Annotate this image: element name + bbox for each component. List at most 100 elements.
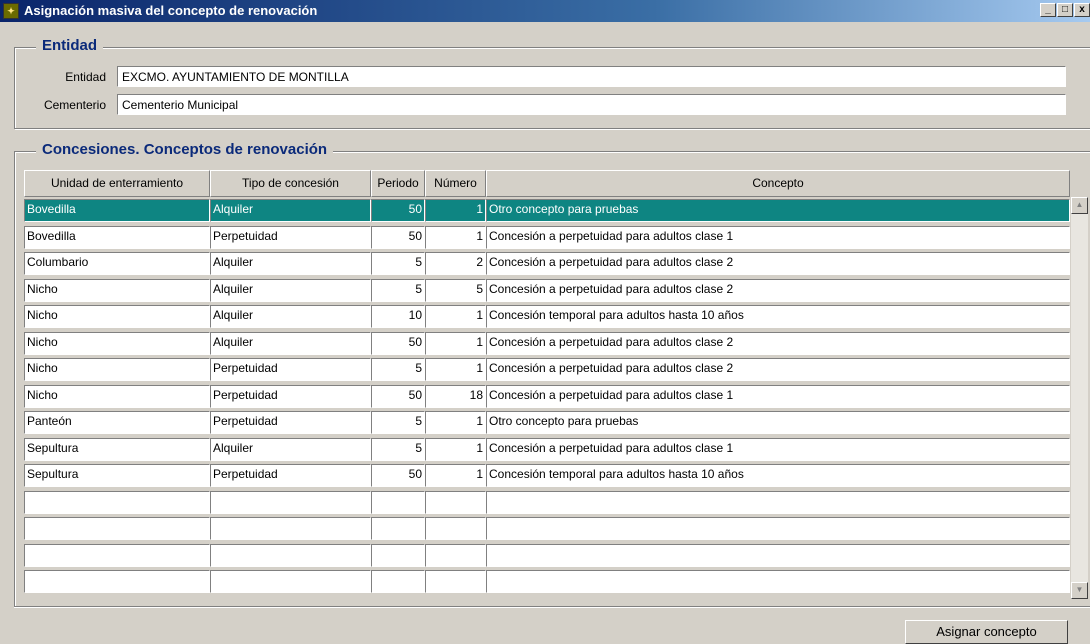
cell-concepto[interactable] bbox=[486, 570, 1070, 593]
cell-numero[interactable]: 18 bbox=[425, 384, 486, 408]
table-row[interactable] bbox=[24, 569, 1070, 595]
cell-tipo[interactable]: Perpetuidad bbox=[210, 384, 371, 408]
cell-periodo[interactable]: 5 bbox=[371, 252, 425, 275]
table-row[interactable]: Nicho Alquiler 10 1 Concesión temporal para … bbox=[24, 304, 1070, 330]
cell-concepto[interactable]: Concesión a perpetuidad para adultos cla… bbox=[486, 384, 1070, 408]
minimize-button[interactable]: _ bbox=[1040, 3, 1056, 17]
cell-concepto[interactable]: Concesión a perpetuidad para adultos cla… bbox=[486, 278, 1070, 302]
cell-tipo[interactable]: Alquiler bbox=[210, 331, 371, 355]
entidad-field[interactable]: EXCMO. AYUNTAMIENTO DE MONTILLA bbox=[117, 66, 1066, 87]
cell-numero[interactable] bbox=[425, 543, 486, 567]
cell-numero[interactable] bbox=[425, 490, 486, 514]
maximize-button[interactable]: □ bbox=[1057, 3, 1073, 17]
column-header-unidad[interactable]: Unidad de enterramiento bbox=[24, 170, 210, 197]
cell-concepto[interactable]: Concesión a perpetuidad para adultos cla… bbox=[486, 358, 1070, 381]
cell-unidad[interactable]: Nicho bbox=[24, 384, 210, 408]
cell-tipo[interactable]: Alquiler bbox=[210, 199, 371, 222]
cell-concepto[interactable] bbox=[486, 490, 1070, 514]
cell-periodo[interactable]: 5 bbox=[371, 411, 425, 434]
cell-tipo[interactable]: Alquiler bbox=[210, 305, 371, 328]
table-row[interactable]: Nicho Alquiler 50 1 Concesión a perpetuidad … bbox=[24, 331, 1070, 357]
cell-numero[interactable]: 1 bbox=[425, 225, 486, 249]
scroll-down-icon[interactable]: ▼ bbox=[1071, 582, 1088, 599]
table-row[interactable] bbox=[24, 516, 1070, 542]
cell-numero[interactable]: 1 bbox=[425, 305, 486, 328]
cell-unidad[interactable] bbox=[24, 517, 210, 540]
grid-scrollbar[interactable]: ▲ ▼ bbox=[1071, 197, 1088, 599]
cell-concepto[interactable]: Otro concepto para pruebas bbox=[486, 199, 1070, 222]
cell-periodo[interactable] bbox=[371, 490, 425, 514]
cell-numero[interactable]: 5 bbox=[425, 278, 486, 302]
cell-numero[interactable]: 1 bbox=[425, 411, 486, 434]
table-row[interactable] bbox=[24, 490, 1070, 516]
cell-periodo[interactable] bbox=[371, 570, 425, 593]
cell-periodo[interactable]: 50 bbox=[371, 225, 425, 249]
table-row[interactable]: Bovedilla Alquiler 50 1 Otro concepto para p… bbox=[24, 198, 1070, 224]
asignar-concepto-button[interactable]: Asignar concepto bbox=[905, 620, 1068, 644]
cell-concepto[interactable]: Concesión a perpetuidad para adultos cla… bbox=[486, 331, 1070, 355]
cell-tipo[interactable] bbox=[210, 490, 371, 514]
cell-unidad[interactable]: Sepultura bbox=[24, 464, 210, 487]
cell-numero[interactable]: 2 bbox=[425, 252, 486, 275]
title-bar[interactable]: ✦ Asignación masiva del concepto de reno… bbox=[0, 0, 1090, 22]
cell-unidad[interactable]: Bovedilla bbox=[24, 225, 210, 249]
cell-unidad[interactable]: Nicho bbox=[24, 331, 210, 355]
cell-concepto[interactable] bbox=[486, 517, 1070, 540]
cell-unidad[interactable] bbox=[24, 490, 210, 514]
cell-concepto[interactable]: Concesión temporal para adultos hasta 10… bbox=[486, 464, 1070, 487]
cell-unidad[interactable]: Bovedilla bbox=[24, 199, 210, 222]
scroll-up-icon[interactable]: ▲ bbox=[1071, 197, 1088, 214]
column-header-tipo[interactable]: Tipo de concesión bbox=[210, 170, 371, 197]
cell-numero[interactable] bbox=[425, 570, 486, 593]
cell-tipo[interactable]: Alquiler bbox=[210, 252, 371, 275]
cell-numero[interactable]: 1 bbox=[425, 464, 486, 487]
close-button[interactable]: x bbox=[1074, 3, 1090, 17]
cell-unidad[interactable]: Nicho bbox=[24, 358, 210, 381]
cell-periodo[interactable] bbox=[371, 543, 425, 567]
cell-tipo[interactable] bbox=[210, 517, 371, 540]
cementerio-field[interactable]: Cementerio Municipal bbox=[117, 94, 1066, 115]
cell-periodo[interactable]: 50 bbox=[371, 384, 425, 408]
cell-unidad[interactable]: Nicho bbox=[24, 305, 210, 328]
cell-numero[interactable] bbox=[425, 517, 486, 540]
cell-unidad[interactable]: Panteón bbox=[24, 411, 210, 434]
column-header-numero[interactable]: Número bbox=[425, 170, 486, 197]
column-header-concepto[interactable]: Concepto bbox=[486, 170, 1070, 197]
cell-numero[interactable]: 1 bbox=[425, 331, 486, 355]
table-row[interactable] bbox=[24, 543, 1070, 569]
cell-periodo[interactable] bbox=[371, 517, 425, 540]
cell-numero[interactable]: 1 bbox=[425, 437, 486, 461]
cell-tipo[interactable]: Alquiler bbox=[210, 278, 371, 302]
cell-periodo[interactable]: 50 bbox=[371, 464, 425, 487]
cell-tipo[interactable] bbox=[210, 570, 371, 593]
cell-unidad[interactable]: Sepultura bbox=[24, 437, 210, 461]
column-header-periodo[interactable]: Periodo bbox=[371, 170, 425, 197]
cell-periodo[interactable]: 10 bbox=[371, 305, 425, 328]
cell-unidad[interactable]: Nicho bbox=[24, 278, 210, 302]
cell-periodo[interactable]: 50 bbox=[371, 331, 425, 355]
cell-unidad[interactable] bbox=[24, 543, 210, 567]
cell-concepto[interactable]: Concesión temporal para adultos hasta 10… bbox=[486, 305, 1070, 328]
cell-tipo[interactable] bbox=[210, 543, 371, 567]
cell-periodo[interactable]: 5 bbox=[371, 437, 425, 461]
cell-periodo[interactable]: 5 bbox=[371, 278, 425, 302]
table-row[interactable]: Bovedilla Perpetuidad 50 1 Concesión a perpe… bbox=[24, 225, 1070, 251]
table-row[interactable]: Nicho Perpetuidad 5 1 Concesión a perpetuida… bbox=[24, 357, 1070, 383]
cell-numero[interactable]: 1 bbox=[425, 358, 486, 381]
cell-tipo[interactable]: Perpetuidad bbox=[210, 358, 371, 381]
table-row[interactable]: Panteón Perpetuidad 5 1 Otro concepto para p… bbox=[24, 410, 1070, 436]
cell-tipo[interactable]: Perpetuidad bbox=[210, 411, 371, 434]
table-row[interactable]: Nicho Alquiler 5 5 Concesión a perpetuidad p… bbox=[24, 278, 1070, 304]
table-row[interactable]: Sepultura Perpetuidad 50 1 Concesión tempora… bbox=[24, 463, 1070, 489]
cell-tipo[interactable]: Perpetuidad bbox=[210, 464, 371, 487]
cell-concepto[interactable]: Concesión a perpetuidad para adultos cla… bbox=[486, 437, 1070, 461]
cell-periodo[interactable]: 5 bbox=[371, 358, 425, 381]
cell-concepto[interactable]: Concesión a perpetuidad para adultos cla… bbox=[486, 252, 1070, 275]
cell-concepto[interactable]: Otro concepto para pruebas bbox=[486, 411, 1070, 434]
cell-tipo[interactable]: Alquiler bbox=[210, 437, 371, 461]
cell-unidad[interactable]: Columbario bbox=[24, 252, 210, 275]
table-row[interactable]: Columbario Alquiler 5 2 Concesión a perpetui… bbox=[24, 251, 1070, 277]
cell-periodo[interactable]: 50 bbox=[371, 199, 425, 222]
cell-tipo[interactable]: Perpetuidad bbox=[210, 225, 371, 249]
table-row[interactable]: Nicho Perpetuidad 50 18 Concesión a perpetui… bbox=[24, 384, 1070, 410]
